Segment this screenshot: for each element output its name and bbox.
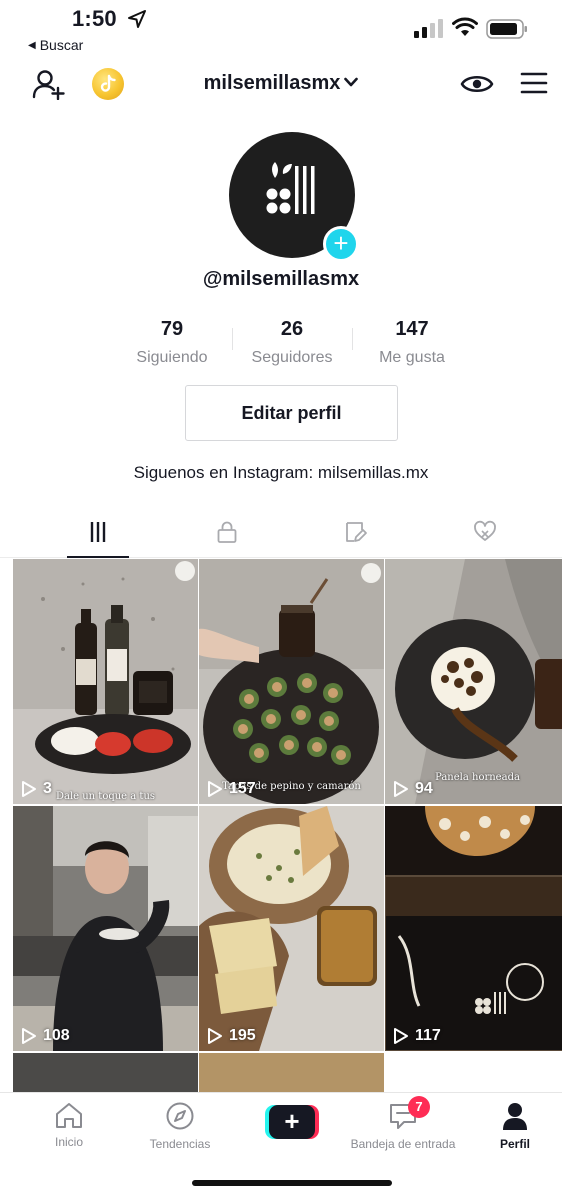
video-thumbnail-image xyxy=(385,559,562,804)
chevron-down-icon xyxy=(344,77,359,87)
home-icon xyxy=(56,1103,82,1128)
video-thumbnail[interactable]: 117 xyxy=(385,806,562,1051)
profile-views-eye-icon[interactable] xyxy=(460,70,494,98)
account-name: milsemillasmx xyxy=(203,72,341,94)
back-link-label: Buscar xyxy=(39,37,84,53)
video-thumbnail-image xyxy=(385,806,562,1051)
tab-videos[interactable] xyxy=(67,512,129,558)
view-count-value: 94 xyxy=(415,780,433,797)
video-thumbnail-image xyxy=(199,559,384,804)
video-thumbnail[interactable] xyxy=(199,1053,384,1092)
play-icon xyxy=(394,781,408,797)
video-view-count: 3 xyxy=(21,780,52,798)
liked-icon xyxy=(474,520,496,541)
lock-icon xyxy=(217,521,237,543)
view-count-value: 157 xyxy=(229,780,256,797)
video-thumbnail[interactable]: Dale un toque a tus 3 xyxy=(13,559,198,804)
stat-value: 147 xyxy=(395,318,429,340)
video-view-count: 108 xyxy=(21,1027,70,1045)
milsemillas-logo-icon xyxy=(266,162,315,214)
edit-profile-button[interactable]: Editar perfil xyxy=(185,385,398,441)
video-view-count: 157 xyxy=(207,780,256,798)
video-thumbnail[interactable]: Panela horneada 94 xyxy=(385,559,562,804)
stat-label: Seguidores xyxy=(251,349,333,366)
back-triangle-icon: ◀ xyxy=(28,39,36,51)
home-indicator[interactable] xyxy=(192,1180,392,1186)
tab-liked[interactable] xyxy=(454,512,516,558)
videos-grid-icon xyxy=(90,522,106,542)
status-time: 1:50 xyxy=(72,6,117,31)
view-count-value: 3 xyxy=(43,780,52,797)
hamburger-menu-icon[interactable] xyxy=(520,70,548,96)
video-view-count: 195 xyxy=(207,1027,256,1045)
profile-tabs xyxy=(0,512,562,558)
nav-home[interactable]: Inicio xyxy=(44,1101,94,1149)
battery-icon xyxy=(486,19,527,39)
stat-followers[interactable]: 26 Seguidores xyxy=(232,316,352,366)
nav-label: Inicio xyxy=(54,1135,83,1149)
nav-profile[interactable]: Perfil xyxy=(494,1101,536,1151)
video-thumbnail-image xyxy=(13,806,198,1051)
wifi-icon xyxy=(452,17,478,36)
view-count-value: 108 xyxy=(43,1027,70,1044)
video-thumbnail-image xyxy=(199,806,384,1051)
video-thumbnail[interactable]: Tapas de pepino y camarón 157 xyxy=(199,559,384,804)
play-icon xyxy=(22,1028,36,1044)
video-thumbnail[interactable] xyxy=(13,1053,198,1092)
play-icon xyxy=(208,1028,222,1044)
profile-bio: Siguenos en Instagram: milsemillas.mx xyxy=(133,463,429,482)
stat-following[interactable]: 79 Siguiendo xyxy=(112,316,232,366)
video-view-count: 117 xyxy=(393,1027,441,1045)
profile-username: @milsemillasmx xyxy=(202,268,360,290)
video-thumbnail[interactable]: 108 xyxy=(13,806,198,1051)
nav-inbox[interactable]: Bandeja de entrada xyxy=(343,1101,463,1151)
play-icon xyxy=(22,781,36,797)
inbox-badge: 7 xyxy=(408,1096,430,1118)
create-plus-icon: + xyxy=(269,1105,315,1139)
create-video-button[interactable]: + xyxy=(265,1105,319,1139)
video-view-count: 94 xyxy=(393,780,433,798)
video-grid: Dale un toque a tus 3 Tapas de pepino y … xyxy=(13,559,562,1092)
tagged-icon xyxy=(346,522,367,542)
nav-label: Tendencias xyxy=(149,1137,211,1151)
nav-discover[interactable]: Tendencias xyxy=(140,1101,220,1151)
play-icon xyxy=(208,781,222,797)
compass-icon xyxy=(166,1102,194,1130)
stat-likes[interactable]: 147 Me gusta xyxy=(352,316,472,366)
cellular-signal-icon xyxy=(414,19,443,38)
nav-label: Perfil xyxy=(499,1137,530,1151)
stat-label: Me gusta xyxy=(379,349,445,366)
avatar-add-button[interactable]: + xyxy=(323,226,359,262)
view-count-value: 117 xyxy=(415,1027,441,1044)
location-arrow-icon xyxy=(128,10,146,28)
profile-stats: 79 Siguiendo 26 Seguidores 147 Me gusta xyxy=(112,316,472,366)
video-thumbnail[interactable]: 195 xyxy=(199,806,384,1051)
tab-tagged[interactable] xyxy=(325,512,387,558)
nav-label: Bandeja de entrada xyxy=(350,1137,456,1151)
profile-header: milsemillasmx xyxy=(0,60,562,106)
status-bar: 1:50 ◀ Buscar xyxy=(0,0,562,56)
tab-private[interactable] xyxy=(196,512,258,558)
person-icon xyxy=(503,1103,527,1130)
video-thumbnail-image xyxy=(13,559,198,804)
stat-value: 79 xyxy=(160,318,184,340)
view-count-value: 195 xyxy=(229,1027,256,1044)
stat-label: Siguiendo xyxy=(136,349,208,366)
back-to-app-link[interactable]: ◀ Buscar xyxy=(28,37,83,53)
bottom-navigation: Inicio Tendencias + Bandeja de entrada P… xyxy=(0,1092,562,1186)
play-icon xyxy=(394,1028,408,1044)
stat-value: 26 xyxy=(280,318,304,340)
